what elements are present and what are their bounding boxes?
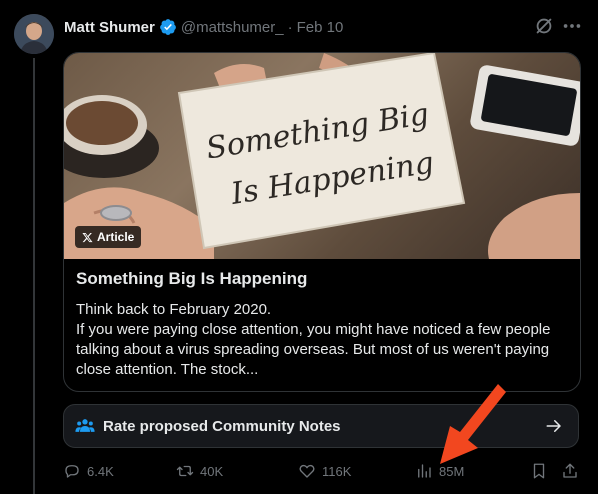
author-handle[interactable]: @mattshumer_ (181, 19, 284, 36)
reply-icon (65, 465, 79, 478)
bookmark-button[interactable] (530, 460, 548, 482)
avatar-photo (14, 14, 54, 54)
repost-count: 40K (200, 463, 224, 479)
like-count: 116K (322, 463, 352, 479)
article-image[interactable]: Something Big Is Happening Article (64, 53, 580, 259)
bookmark-icon (533, 463, 545, 479)
article-excerpt: Think back to February 2020. If you were… (76, 301, 551, 378)
x-logo-icon (82, 232, 93, 242)
heart-icon (299, 464, 315, 478)
community-notes-label: Rate proposed Community Notes (103, 417, 341, 435)
repost-icon (176, 465, 194, 477)
community-notes-icon (75, 419, 95, 432)
article-badge: Article (75, 226, 142, 248)
tweet-header: Matt Shumer @mattshumer_ · Feb 10 (64, 16, 343, 38)
share-icon (563, 463, 577, 478)
article-card[interactable]: Something Big Is Happening Article Somet… (63, 52, 581, 392)
separator-dot: · (287, 18, 293, 36)
avatar[interactable] (14, 14, 54, 54)
like-button[interactable]: 116K (298, 460, 351, 482)
post-date[interactable]: Feb 10 (297, 19, 344, 36)
grok-icon[interactable] (533, 15, 555, 37)
article-badge-label: Article (97, 230, 135, 244)
verified-badge-icon[interactable] (159, 18, 177, 36)
more-options-icon[interactable] (561, 15, 583, 37)
repost-button[interactable]: 40K (176, 460, 223, 482)
article-title[interactable]: Something Big Is Happening (76, 269, 307, 289)
arrow-right-icon (546, 420, 561, 432)
share-button[interactable] (561, 460, 579, 482)
reply-button[interactable]: 6.4K (63, 460, 114, 482)
author-name[interactable]: Matt Shumer (64, 19, 155, 36)
reply-count: 6.4K (87, 463, 114, 479)
annotation-arrow-icon (440, 384, 506, 464)
article-photo: Something Big Is Happening (64, 53, 580, 259)
thread-line (33, 58, 35, 494)
